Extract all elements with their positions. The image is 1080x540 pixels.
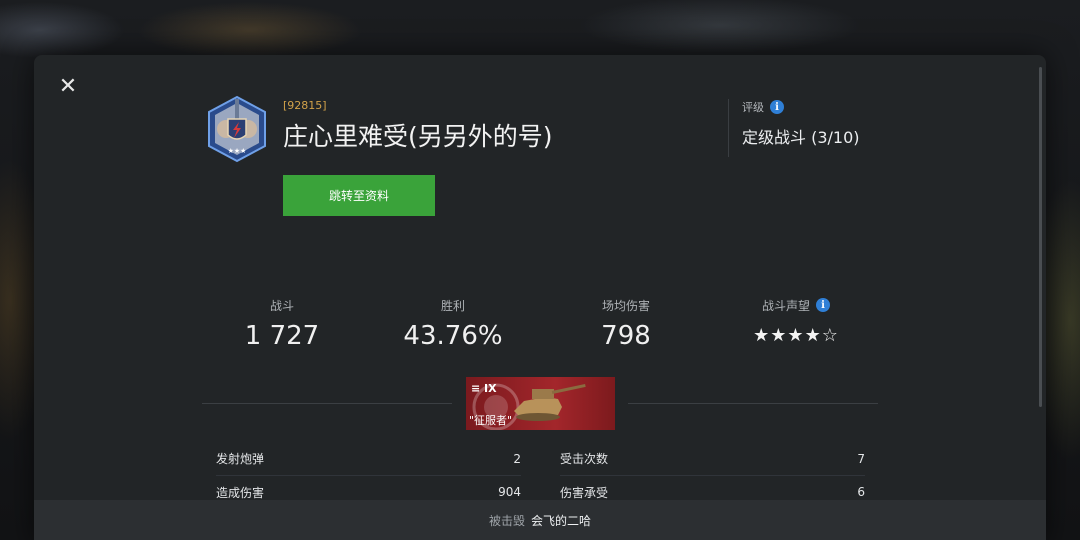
svg-text:★★★: ★★★	[228, 147, 247, 155]
info-icon[interactable]: i	[816, 298, 830, 312]
detail-label: 造成伤害	[216, 485, 265, 500]
close-icon: ✕	[58, 74, 78, 99]
reputation-stars: ★★★★☆	[753, 325, 839, 346]
stat-label: 场均伤害	[601, 298, 650, 313]
close-button[interactable]: ✕	[58, 74, 78, 99]
detail-row: 发射炮弹 2	[216, 442, 521, 475]
detail-value: 6	[857, 485, 865, 499]
rank-emblem-icon: ★★★	[206, 95, 268, 163]
detail-value: 7	[857, 451, 865, 466]
rating-label: 评级	[742, 101, 764, 114]
detail-value: 2	[513, 451, 521, 466]
stat-battle-reputation: 战斗声望 i ★★★★☆	[711, 297, 881, 346]
stat-value: 43.76%	[403, 321, 503, 351]
detail-label: 受击次数	[560, 452, 609, 466]
stat-average-damage: 场均伤害 798	[541, 297, 711, 352]
stat-win-rate: 胜利 43.76%	[368, 297, 538, 352]
divider	[202, 403, 452, 404]
detail-value: 904	[498, 485, 521, 499]
footer-label: 被击毁	[488, 513, 525, 528]
tank-name: "征服者"	[469, 414, 513, 427]
stat-label: 战斗声望	[761, 298, 810, 313]
stat-value: 1 727	[244, 321, 320, 351]
destroyed-by-footer: 被击毁 会飞的二哈	[34, 500, 1046, 540]
detail-label: 发射炮弹	[216, 452, 265, 466]
details-right-column: 受击次数 7 伤害承受 6	[560, 442, 865, 508]
tank-card[interactable]: ≡ IX "征服者"	[466, 377, 615, 430]
tank-tier-label: IX	[484, 382, 497, 395]
player-name: 庄心里难受(另另外的号)	[283, 122, 553, 151]
stat-value: 798	[601, 321, 651, 351]
stat-label: 胜利	[440, 298, 465, 313]
detail-label: 伤害承受	[560, 485, 609, 500]
tank-tier: ≡ IX	[471, 382, 497, 395]
killer-name[interactable]: 会飞的二哈	[531, 512, 591, 529]
rating-section: 评级 i 定级战斗 (3/10)	[728, 99, 860, 157]
scrollbar[interactable]	[1039, 67, 1042, 407]
detail-row: 受击次数 7	[560, 442, 865, 475]
go-to-profile-button[interactable]: 跳转至资料	[283, 175, 435, 216]
info-icon[interactable]: i	[770, 100, 784, 114]
player-info-panel: ✕ ★★★ [92815] 庄心里难受(另另外的号) 跳转至资料 评级 i 定级…	[34, 55, 1046, 540]
stat-label: 战斗	[269, 298, 294, 313]
divider	[628, 403, 878, 404]
details-left-column: 发射炮弹 2 造成伤害 904	[216, 442, 521, 508]
clan-tag: [92815]	[283, 99, 327, 112]
rating-value: 定级战斗 (3/10)	[742, 128, 860, 147]
stat-battles: 战斗 1 727	[197, 297, 367, 352]
